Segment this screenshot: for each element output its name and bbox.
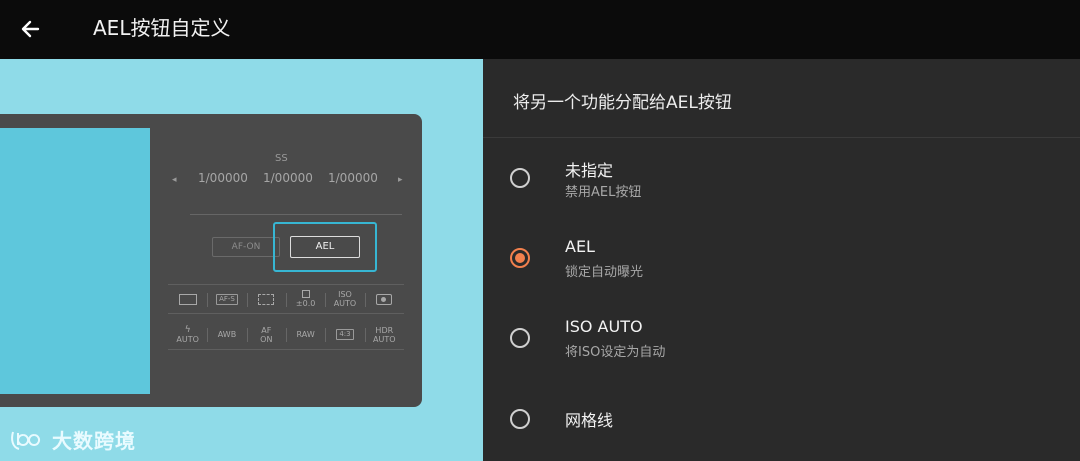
divider bbox=[483, 137, 1080, 138]
option-unassigned[interactable]: 未指定 禁用AEL按钮 bbox=[483, 145, 1080, 215]
divider bbox=[190, 214, 402, 215]
ael-button-illustration: AEL bbox=[290, 236, 360, 258]
chevron-right-icon: ▸ bbox=[398, 175, 403, 185]
radio-button[interactable] bbox=[510, 168, 530, 188]
hdr-auto-cell: HDR AUTO bbox=[364, 320, 404, 349]
radio-button-selected[interactable] bbox=[510, 248, 530, 268]
arrow-left-icon bbox=[21, 20, 40, 38]
ss-value: 1/00000 bbox=[198, 171, 248, 185]
radio-button[interactable] bbox=[510, 328, 530, 348]
option-title: ISO AUTO bbox=[565, 317, 643, 336]
watermark-logo-icon bbox=[11, 431, 41, 450]
option-ael[interactable]: AEL 锁定自动曝光 bbox=[483, 225, 1080, 295]
option-subtitle: 将ISO设定为自动 bbox=[565, 345, 666, 360]
settings-panel: 将另一个功能分配给AEL按钮 未指定 禁用AEL按钮 AEL 锁定自动曝光 IS… bbox=[483, 59, 1080, 461]
flash-icon: ϟ bbox=[184, 324, 191, 335]
radio-button[interactable] bbox=[510, 409, 530, 429]
camera-control-panel: SS ◂ 1/00000 1/00000 1/00000 ▸ AF-ON AEL… bbox=[0, 114, 422, 407]
watermark: 大数跨境 bbox=[10, 425, 136, 454]
ss-label: SS bbox=[275, 153, 288, 164]
af-on-button: AF-ON bbox=[212, 237, 280, 257]
settings-header: 将另一个功能分配给AEL按钮 bbox=[513, 93, 732, 113]
option-title: 未指定 bbox=[565, 161, 614, 180]
aspect-ratio-cell: 4:3 bbox=[325, 320, 364, 349]
settings-grid-row: AF-S ±0.0 ISO AUTO bbox=[168, 284, 404, 314]
face-af-cell: AF ON bbox=[246, 320, 286, 349]
iso-auto-cell: ISO AUTO bbox=[325, 285, 364, 313]
option-title: 网格线 bbox=[565, 411, 614, 430]
watermark-text: 大数跨境 bbox=[52, 429, 136, 453]
option-subtitle: 禁用AEL按钮 bbox=[565, 185, 642, 200]
aspect-frame-icon bbox=[168, 285, 207, 313]
chevron-left-icon: ◂ bbox=[172, 175, 177, 185]
exposure-icon bbox=[301, 290, 310, 298]
af-mode-cell: AF-S bbox=[207, 285, 246, 313]
exposure-comp-cell: ±0.0 bbox=[285, 285, 325, 313]
flash-auto-cell: ϟ AUTO bbox=[176, 324, 199, 344]
viewfinder-area bbox=[0, 128, 150, 394]
settings-grid-row: ϟ AUTO AWB AF ON RAW 4:3 HDR AUTO bbox=[168, 320, 404, 350]
awb-cell: AWB bbox=[207, 320, 246, 349]
option-title: AEL bbox=[565, 237, 595, 256]
ss-value: 1/00000 bbox=[263, 171, 313, 185]
raw-cell: RAW bbox=[285, 320, 325, 349]
metering-icon bbox=[246, 285, 286, 313]
option-subtitle: 锁定自动曝光 bbox=[565, 265, 644, 280]
ss-value: 1/00000 bbox=[328, 171, 378, 185]
back-button[interactable] bbox=[16, 14, 46, 44]
camera-mode-icon bbox=[364, 285, 404, 313]
top-app-bar: AEL按钮自定义 bbox=[0, 0, 1080, 59]
option-grid-lines[interactable]: 网格线 bbox=[483, 385, 1080, 455]
page-title: AEL按钮自定义 bbox=[93, 16, 231, 40]
option-iso-auto[interactable]: ISO AUTO 将ISO设定为自动 bbox=[483, 305, 1080, 375]
camera-preview-illustration: SS ◂ 1/00000 1/00000 1/00000 ▸ AF-ON AEL… bbox=[0, 59, 483, 461]
